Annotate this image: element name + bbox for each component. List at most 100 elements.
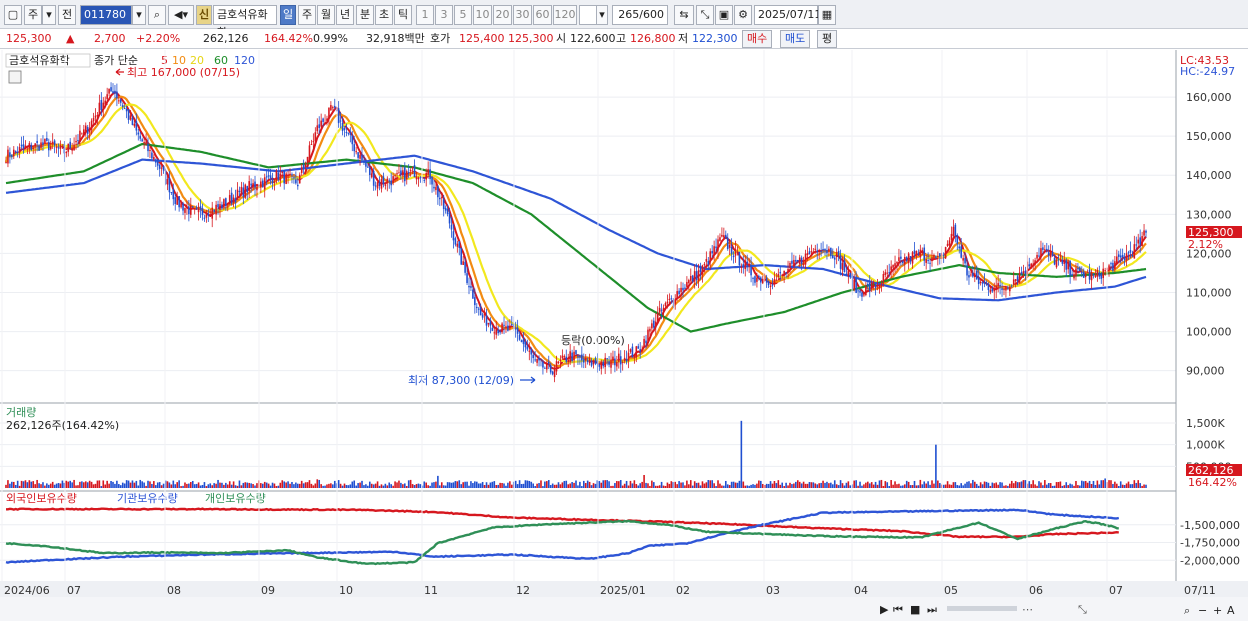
volume-bar <box>666 482 669 488</box>
volume-bar <box>318 479 321 488</box>
period-tick-tab[interactable]: 틱 <box>394 5 412 25</box>
interval-30[interactable]: 30 <box>513 5 532 25</box>
volume-bar <box>333 480 336 488</box>
volume-bar <box>316 479 319 488</box>
candle-body <box>24 145 27 149</box>
new-badge[interactable]: 신 <box>196 5 212 25</box>
candle-body <box>602 361 605 367</box>
volume-bar <box>9 483 11 488</box>
buy-button[interactable]: 매수 <box>742 30 773 48</box>
candle-body <box>767 281 770 286</box>
volume-bar <box>682 482 684 488</box>
interval-1[interactable]: 1 <box>416 5 434 25</box>
fast-forward-icon[interactable]: ⏭ <box>927 603 937 616</box>
candle-body <box>440 197 443 199</box>
interval-10[interactable]: 10 <box>473 5 492 25</box>
price-change: 2,700 <box>94 32 126 45</box>
candle-body <box>629 349 632 352</box>
volume-bar <box>551 483 554 488</box>
volume-bar <box>221 482 223 488</box>
stock-code-input[interactable]: 011780 <box>80 5 132 25</box>
draw-tool-icon[interactable]: ⤡ <box>1078 603 1087 616</box>
volume-bar <box>158 482 161 488</box>
period-month-tab[interactable]: 월 <box>317 5 335 25</box>
calendar-icon[interactable]: ▦ <box>818 5 836 25</box>
interval-dropdown-icon[interactable]: ▾ <box>596 5 608 25</box>
scrollbar-track[interactable] <box>947 606 1017 611</box>
candle-body <box>1040 248 1042 258</box>
stock-name-field[interactable]: 금호석유화학 <box>213 5 277 39</box>
x-tick-label: 03 <box>766 584 780 597</box>
volume-bar <box>711 480 713 488</box>
average-button[interactable]: 평 <box>817 30 838 48</box>
prev-button[interactable]: 전 <box>58 5 76 25</box>
interval-60[interactable]: 60 <box>533 5 552 25</box>
volume-bar <box>261 483 264 488</box>
stock-chart[interactable]: 160,000150,000140,000130,000120,000110,0… <box>0 50 1248 621</box>
candle-body <box>190 205 192 215</box>
candle-body <box>1131 255 1134 257</box>
volume-bar <box>888 486 891 488</box>
grid-table-icon[interactable] <box>8 70 22 84</box>
volume-bar <box>1117 485 1120 488</box>
period-week-tab[interactable]: 주 <box>298 5 316 25</box>
code-dropdown-icon[interactable]: ▾ <box>132 5 146 25</box>
candle-body <box>444 207 447 211</box>
interval-5[interactable]: 5 <box>454 5 472 25</box>
candle-body <box>14 150 17 152</box>
interval-20[interactable]: 20 <box>493 5 512 25</box>
volume-bar <box>721 485 723 488</box>
candle-body <box>590 360 593 366</box>
mode-select[interactable]: 주 <box>24 5 42 25</box>
layout-icon[interactable]: ▢ <box>4 5 22 25</box>
draw-line-icon[interactable]: ⤡ <box>696 5 714 25</box>
date-input[interactable]: 2025/07/11 <box>754 5 821 25</box>
zoom-icon[interactable]: ⌕ <box>1184 604 1190 617</box>
volume-bar <box>981 484 984 488</box>
auto-scale-icon[interactable]: A <box>1227 604 1235 617</box>
volume-bar <box>686 480 688 488</box>
candle-body <box>217 204 219 208</box>
candle-body <box>392 176 394 184</box>
candle-body <box>664 303 667 307</box>
line-tool-icon[interactable]: ⋯ <box>1022 603 1033 616</box>
period-minute-tab[interactable]: 분 <box>356 5 374 25</box>
candle-body <box>876 285 879 287</box>
volume-bar <box>501 483 503 488</box>
volume-bar <box>931 480 933 488</box>
rewind-icon[interactable]: ⏮ <box>893 603 903 616</box>
scroll-right-icon[interactable]: ▶ <box>880 603 889 616</box>
candle-body <box>900 256 902 259</box>
sell-button[interactable]: 매도 <box>780 30 811 48</box>
period-second-tab[interactable]: 초 <box>375 5 393 25</box>
open-label: 시 <box>556 32 567 45</box>
period-day-tab[interactable]: 일 <box>280 5 296 25</box>
zoom-in-icon[interactable]: + <box>1213 604 1222 617</box>
volume-bar <box>1104 478 1106 488</box>
mode-dropdown-icon[interactable]: ▾ <box>42 5 56 25</box>
save-icon[interactable]: ▣ <box>715 5 733 25</box>
search-icon[interactable]: ⌕ <box>148 5 166 25</box>
chart-tools-icon[interactable]: ⇆ <box>674 5 694 25</box>
candle-body <box>289 173 291 175</box>
zoom-out-icon[interactable]: − <box>1198 604 1207 617</box>
candle-body <box>135 121 138 131</box>
candle-body <box>104 100 107 105</box>
interval-120[interactable]: 120 <box>553 5 577 25</box>
candle-body <box>96 115 99 117</box>
interval-3[interactable]: 3 <box>435 5 453 25</box>
volume-bar <box>483 485 486 488</box>
candle-body <box>1020 272 1023 275</box>
count-field[interactable]: 265/600 <box>612 5 668 25</box>
volume-bar <box>816 484 819 488</box>
volume-bar <box>754 484 756 488</box>
stop-icon[interactable]: ■ <box>910 603 920 616</box>
speaker-icon[interactable]: ◀▾ <box>168 5 194 25</box>
period-label: 년 <box>339 8 351 21</box>
candle-body <box>524 341 527 348</box>
candle-body <box>380 179 383 189</box>
candle-body <box>310 144 313 146</box>
period-year-tab[interactable]: 년 <box>336 5 354 25</box>
gear-icon[interactable]: ⚙ <box>734 5 752 25</box>
x-tick-label: 04 <box>854 584 868 597</box>
